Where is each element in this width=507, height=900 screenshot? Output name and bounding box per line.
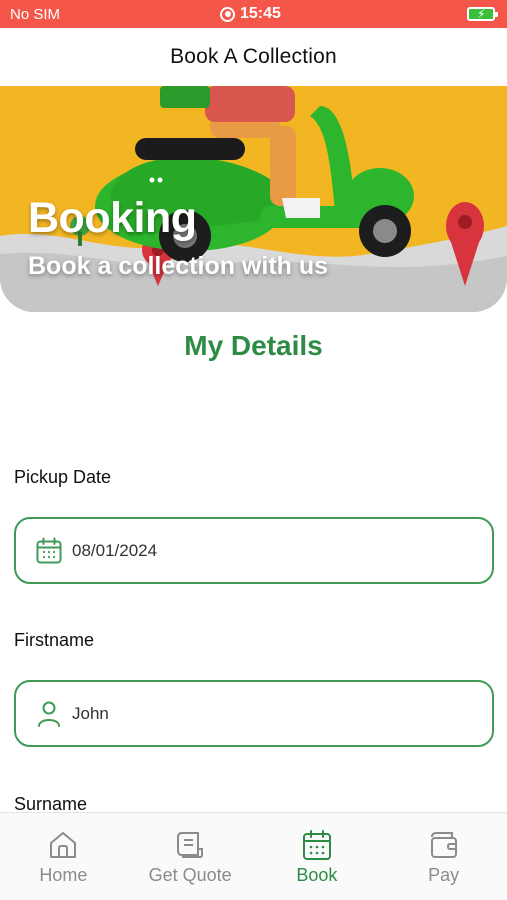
banner-subtitle: Book a collection with us <box>28 252 329 280</box>
booking-banner: Booking Book a collection with us <box>0 86 507 312</box>
status-bar: No SIM 15:45 ⚡ <box>0 0 507 28</box>
pickup-date-field[interactable]: 08/01/2024 <box>14 517 494 584</box>
book-collection-screen: No SIM 15:45 ⚡ Book A Collection Booking… <box>0 0 507 900</box>
calendar-icon <box>36 537 62 565</box>
firstname-field[interactable]: John <box>14 680 494 747</box>
battery-charging-icon: ⚡ <box>467 7 498 21</box>
calendar-icon <box>302 829 332 861</box>
tab-book-label: Book <box>296 865 338 885</box>
bottom-tab-bar: Home Get Quote Book Pay <box>0 812 507 900</box>
receipt-icon <box>174 829 206 861</box>
section-heading: My Details <box>184 330 323 361</box>
tab-pay-label: Pay <box>428 865 460 885</box>
pickup-date-label: Pickup Date <box>14 467 112 487</box>
tab-get-quote-label: Get Quote <box>148 865 232 885</box>
firstname-label: Firstname <box>14 630 95 650</box>
tab-pay[interactable]: Pay <box>380 813 507 900</box>
tab-book[interactable]: Book <box>254 813 381 900</box>
tab-get-quote[interactable]: Get Quote <box>127 813 254 900</box>
tab-home[interactable]: Home <box>0 813 127 900</box>
tab-home-label: Home <box>39 865 88 885</box>
wallet-icon <box>428 829 460 861</box>
person-icon <box>36 700 62 728</box>
clock: 15:45 <box>220 5 281 23</box>
pickup-date-value: 08/01/2024 <box>72 540 158 560</box>
home-icon <box>47 829 79 861</box>
screen-record-icon <box>220 6 235 22</box>
carrier-label: No SIM <box>10 6 61 23</box>
page-title: Book A Collection <box>170 45 337 68</box>
banner-title: Booking <box>28 194 197 242</box>
firstname-value: John <box>72 703 109 723</box>
time-label: 15:45 <box>240 5 281 22</box>
navigation-bar: Book A Collection <box>0 28 507 86</box>
